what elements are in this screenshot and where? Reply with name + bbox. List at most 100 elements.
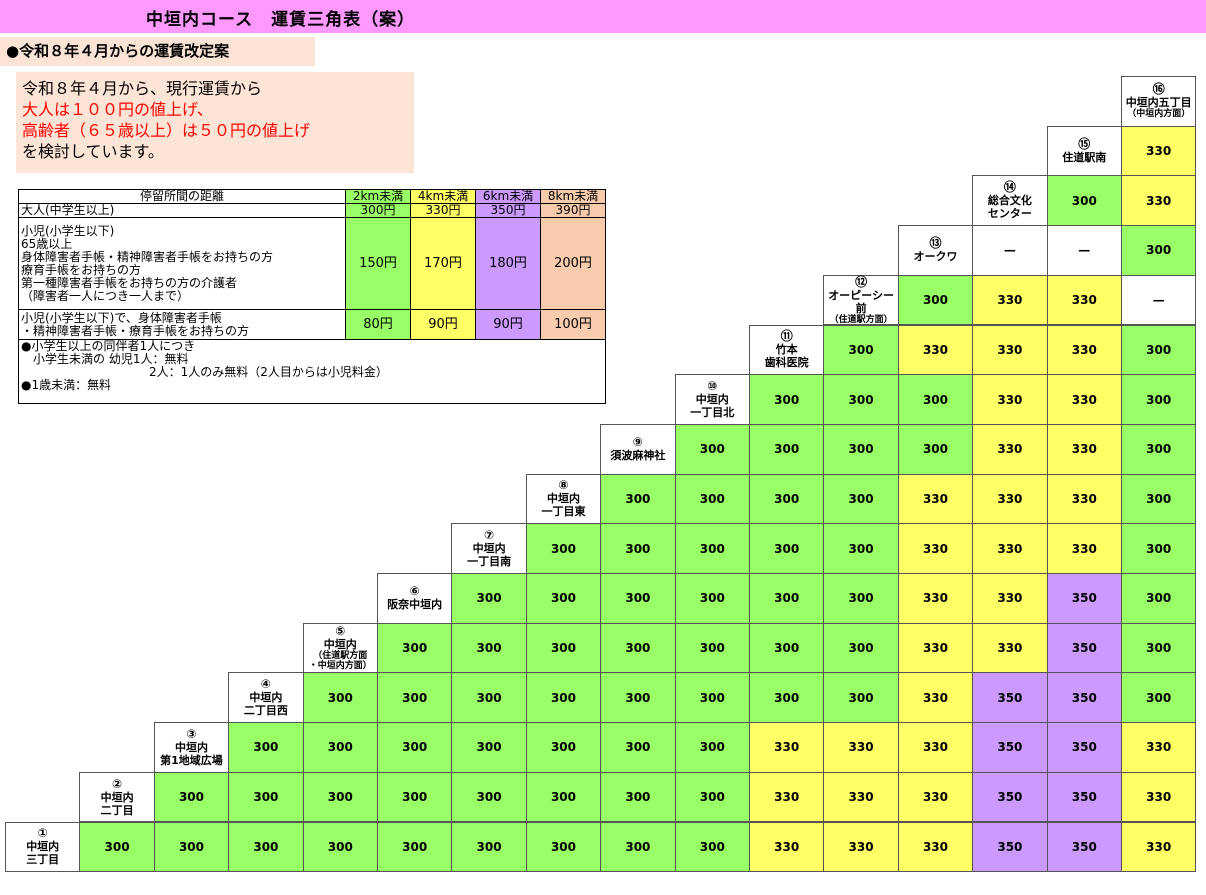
fare-cell: 330 [972, 324, 1048, 376]
fare-cell: 330 [897, 573, 974, 624]
fare-value: 350円 [475, 203, 541, 218]
fare-cell: 350 [1046, 622, 1122, 674]
stop-label: ⑩ 中垣内 一丁目北 [674, 374, 750, 425]
fare-header-distance: 停留所間の距離 [18, 189, 346, 204]
fare-cell: 330 [1121, 771, 1197, 823]
stop-name: 中垣内 第1地域広場 [160, 740, 223, 767]
fare-cell: 300 [525, 523, 602, 574]
note-line-1: 令和８年４月から、現行運賃から [22, 79, 263, 98]
fare-cell: 330 [823, 722, 899, 773]
stop-label: ③ 中垣内 第1地域広場 [153, 722, 230, 773]
fare-cell: 330 [972, 622, 1048, 674]
stop-number: ② [112, 776, 123, 791]
fare-label-adult: 大人(中学生以上) [18, 203, 346, 218]
fare-value: 330円 [410, 203, 476, 218]
fare-cell: 300 [674, 672, 750, 724]
fare-cell: 300 [525, 672, 602, 724]
fare-cell: 300 [525, 771, 602, 823]
fare-cell: 300 [674, 821, 750, 873]
fare-cell: 300 [897, 374, 974, 425]
fare-cell: 330 [972, 523, 1048, 574]
stop-number: ⑫ [855, 274, 868, 289]
fare-cell: 330 [1046, 423, 1122, 475]
fare-cell: 300 [525, 622, 602, 674]
fare-cell: 300 [1046, 175, 1122, 227]
fare-row-child: 小児(小学生以下) 65歳以上 身体障害者手帳・精神障害者手帳をお持ちの方 療育… [18, 217, 606, 310]
fare-cell: 330 [972, 473, 1048, 525]
fare-cell: 300 [823, 374, 899, 425]
fare-cell: 300 [302, 771, 378, 823]
stop-number: ⑧ [558, 478, 569, 493]
fare-cell: 330 [897, 622, 974, 674]
fare-cell: 300 [749, 473, 825, 525]
fare-cell: 300 [897, 274, 974, 326]
fare-cell: 330 [1121, 821, 1197, 873]
fare-label-line: （障害者一人につき一人まで） [21, 288, 190, 303]
fare-cell: 300 [823, 324, 899, 376]
stop-number: ⑯ [1152, 82, 1165, 97]
fare-notes: ●小学生以上の同伴者1人につき 小学生未満の 幼児1人：無料 2人：1人のみ無料… [18, 339, 606, 404]
stop-label: ⑭ 総合文化 センター [972, 175, 1048, 227]
fare-value: 200円 [540, 217, 606, 310]
fare-cell: 300 [823, 423, 899, 475]
fare-cell: 300 [823, 473, 899, 525]
fare-header-row: 停留所間の距離 2km未満 4km未満 6km未満 8km未満 [18, 189, 606, 204]
stop-number: ⑥ [409, 584, 420, 599]
fare-cell: 330 [897, 821, 974, 873]
fare-cell: 300 [302, 672, 378, 724]
stop-name: 住道駅南 [1062, 151, 1107, 165]
fare-cell: — [972, 225, 1048, 276]
fare-cell: 300 [749, 423, 825, 475]
fare-label-line: 身体障害者手帳・精神障害者手帳をお持ちの方 [21, 249, 274, 264]
stop-number: ⑨ [632, 435, 643, 450]
fare-value: 180円 [475, 217, 541, 310]
title-bar: 中垣内コース 運賃三角表（案） [0, 0, 1206, 33]
fare-cell: 330 [749, 821, 825, 873]
fare-cell: 350 [1046, 573, 1122, 624]
fare-cell: 300 [1121, 473, 1197, 525]
stop-label: ⑨ 須波麻神社 [600, 423, 676, 475]
fare-cell: — [1121, 274, 1197, 326]
fare-cell: 300 [451, 771, 527, 823]
fare-cell: 300 [674, 771, 750, 823]
fare-cell: 330 [897, 722, 974, 773]
fare-note-line: ●1歳未満：無料 [21, 378, 112, 392]
fare-cell: 300 [451, 821, 527, 873]
stop-direction: （中垣内方面） [1127, 109, 1191, 120]
stop-direction: （住道駅方面 ・中垣内方面） [308, 651, 372, 672]
fare-cell: 330 [1121, 175, 1197, 227]
fare-cell: 350 [972, 771, 1048, 823]
fare-cell: 350 [1046, 821, 1122, 873]
fare-row-adult: 大人(中学生以上) 300円 330円 350円 390円 [18, 203, 606, 218]
fare-cell: 350 [972, 821, 1048, 873]
fare-cell: 330 [897, 473, 974, 525]
fare-cell: 300 [153, 821, 230, 873]
subtitle: ●令和８年４月からの運賃改定案 [0, 37, 315, 66]
fare-value: 80円 [345, 309, 411, 340]
stop-number: ① [37, 826, 48, 841]
stop-number: ⑦ [484, 528, 495, 543]
fare-cell: 300 [525, 722, 602, 773]
stop-label: ⑧ 中垣内 一丁目東 [525, 473, 602, 525]
stop-label: ① 中垣内 三丁目 [5, 821, 81, 873]
stop-name: 中垣内 一丁目北 [690, 393, 735, 420]
fare-cell: 330 [1046, 473, 1122, 525]
fare-cell: 300 [674, 523, 750, 574]
fare-cell: 300 [79, 821, 155, 873]
fare-cell: 300 [749, 573, 825, 624]
fare-cell: 300 [674, 622, 750, 674]
stop-name: 須波麻神社 [610, 449, 666, 463]
fare-cell: 330 [1046, 374, 1122, 425]
stop-label: ② 中垣内 二丁目 [79, 771, 155, 823]
fare-cell: 300 [377, 771, 453, 823]
fare-cell: 330 [749, 771, 825, 823]
stop-label: ⑪ 竹本 歯科医院 [749, 324, 825, 376]
fare-cell: 300 [674, 423, 750, 475]
stop-name: 中垣内 一丁目東 [541, 492, 586, 519]
fare-cell: 300 [1121, 622, 1197, 674]
fare-cell: 300 [1121, 672, 1197, 724]
fare-cell: 300 [674, 573, 750, 624]
fare-cell: 330 [972, 423, 1048, 475]
fare-cell: 300 [600, 771, 676, 823]
fare-cell: 300 [1121, 374, 1197, 425]
